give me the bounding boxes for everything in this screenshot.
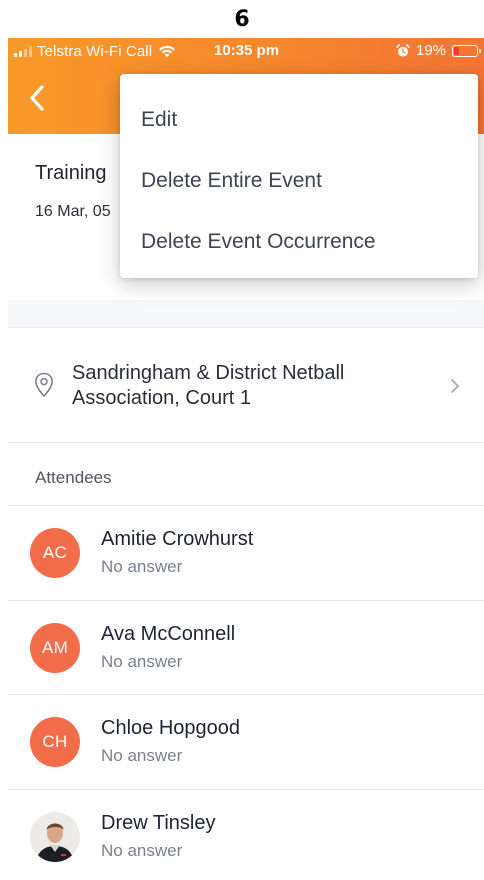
chevron-left-icon (30, 85, 44, 111)
location-line-1: Sandringham & District Netball (72, 362, 345, 384)
map-pin-icon (34, 372, 54, 398)
attendee-row[interactable]: Drew Tinsley No answer (8, 790, 484, 880)
attendee-name: Drew Tinsley (101, 812, 216, 834)
attendee-status: No answer (101, 841, 183, 860)
battery-percent: 19% (416, 42, 447, 59)
carrier-label: Telstra Wi-Fi Call (37, 42, 153, 60)
attendee-row[interactable]: CH Chloe Hopgood No answer (8, 695, 484, 789)
attendee-name: Chloe Hopgood (101, 717, 240, 739)
divider (8, 442, 484, 443)
location-line-2: Association, Court 1 (72, 387, 251, 409)
battery-level (454, 47, 459, 55)
avatar: CH (30, 717, 80, 767)
location-name: Sandringham & District Netball Associati… (72, 361, 432, 411)
status-bar: Telstra Wi-Fi Call 10:35 pm 19% (8, 38, 484, 64)
attendee-name: Amitie Crowhurst (101, 528, 254, 550)
location-row[interactable]: Sandringham & District Netball Associati… (8, 328, 484, 442)
menu-item-delete-entire-event[interactable]: Delete Entire Event (120, 151, 478, 211)
attendee-row[interactable]: AC Amitie Crowhurst No answer (8, 506, 484, 600)
avatar-photo (30, 812, 80, 862)
event-title: Training (35, 162, 107, 184)
menu-item-delete-event-occurrence[interactable]: Delete Event Occurrence (120, 212, 478, 272)
attendee-name: Ava McConnell (101, 623, 236, 645)
app-screen: Telstra Wi-Fi Call 10:35 pm 19% Training… (8, 38, 484, 880)
avatar: AC (30, 528, 80, 578)
attendee-status: No answer (101, 746, 183, 765)
wifi-icon (159, 45, 176, 58)
back-button[interactable] (22, 80, 52, 116)
alarm-icon (396, 44, 410, 57)
overflow-menu: Edit Delete Entire Event Delete Event Oc… (120, 74, 478, 278)
avatar: AM (30, 623, 80, 673)
page-number: 6 (234, 6, 250, 32)
event-date: 16 Mar, 05 (35, 203, 111, 220)
signal-icon (14, 45, 32, 57)
attendee-status: No answer (101, 652, 183, 671)
menu-item-edit[interactable]: Edit (120, 90, 478, 150)
attendees-heading: Attendees (35, 468, 112, 487)
chevron-right-icon (451, 379, 459, 393)
person-photo-icon (30, 812, 80, 862)
clock-time: 10:35 pm (214, 42, 280, 59)
attendee-row[interactable]: AM Ava McConnell No answer (8, 601, 484, 695)
section-gap (8, 300, 484, 328)
battery-icon (452, 45, 481, 57)
attendee-status: No answer (101, 557, 183, 576)
